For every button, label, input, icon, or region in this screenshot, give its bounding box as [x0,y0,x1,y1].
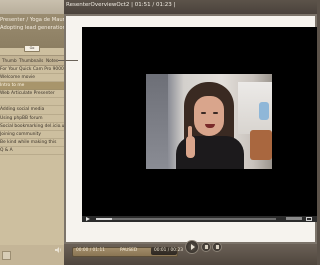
slide-item-5[interactable]: Adding social media [0,106,64,115]
presenter-eye-left [201,112,206,114]
slide-item-1[interactable]: Welcome movie [0,74,64,83]
presenter-face [194,96,224,136]
sidebar-go-button[interactable]: Go [24,45,40,52]
window-title: ResenterOverviewOct2 | 01:51 / 01:23 | [66,2,176,8]
slide-item-3[interactable]: Web Articulate Presenter [0,90,64,99]
slide-item-9[interactable]: Be kind while making this [0,139,64,147]
slide-item-6[interactable]: Using phpBB forum [0,115,64,123]
sidebar-tabs: Thumb Thumbnails Notes [0,55,64,66]
presenter-video-frame [146,74,272,169]
tab-outline[interactable]: Thumb [2,58,17,63]
tab-thumbnails[interactable]: Thumbnails [19,58,43,63]
slide-item-2[interactable]: Intro to me [0,82,64,91]
presenter-eye-right [213,112,218,114]
presentation-title: Adopting lead generation [0,25,66,31]
slide-item-4[interactable] [0,98,64,107]
duration-readout: 00:01 / 00:23 [154,248,183,253]
fullscreen-icon[interactable] [306,217,312,221]
slide-item-0[interactable]: For Your Quick Cam Pro 9000 [0,66,64,75]
divider-line [58,60,78,61]
slide-item-7[interactable]: Social bookmarking del.icio.us [0,123,67,131]
tab-notes[interactable]: Notes [46,58,58,63]
presenter-name: Presenter / Yoga de Maurel [0,17,70,23]
previous-button[interactable] [201,242,211,252]
bookshelf [146,74,168,169]
video-play-icon[interactable] [86,217,90,221]
volume-icon[interactable] [55,247,63,253]
video-progress-fill [96,218,113,220]
slide-item-10[interactable]: Q & A [0,147,64,156]
time-readout: 00:00 / 01:11 [76,248,105,253]
slide-list: For Your Quick Cam Pro 9000 Welcome movi… [0,66,67,156]
video-volume-slider[interactable] [286,217,302,220]
title-bar-left [0,0,64,14]
playback-status: PAUSED [120,248,138,253]
presenter-info: Presenter / Yoga de Maurel Adopting lead… [0,14,69,48]
next-button[interactable] [212,242,222,252]
sidebar-thumbnail-icon[interactable] [2,251,11,260]
play-button[interactable] [185,240,199,254]
video-progress-track[interactable] [96,218,276,220]
slide-item-8[interactable]: Joining community [0,131,64,139]
water-cooler [259,102,269,120]
chair [250,130,272,160]
presenter-hand [186,136,195,158]
